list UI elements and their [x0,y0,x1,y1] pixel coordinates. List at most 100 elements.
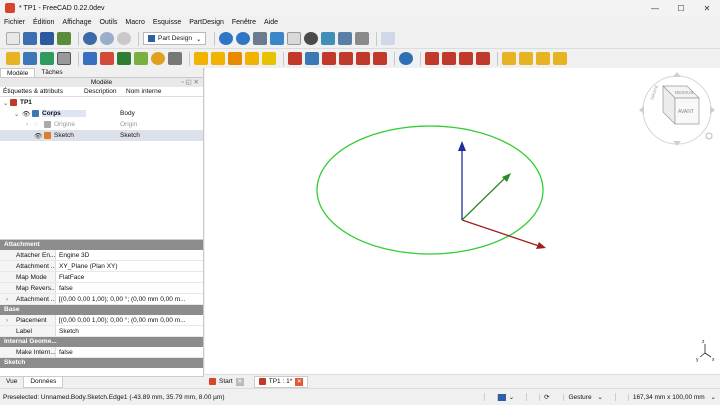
validate-sketch-icon[interactable] [100,52,114,65]
panel-controls-icon[interactable]: ▫ ◱ ✕ [181,78,199,87]
datum-line-icon[interactable] [134,52,148,65]
hole-icon[interactable] [305,52,319,65]
navcube-arrow-up-icon[interactable] [673,72,681,77]
chevron-down-icon[interactable]: ⌄ [0,99,10,107]
column-description[interactable]: Description [84,87,124,96]
property-value[interactable]: Sketch [56,326,190,336]
multi-transform-icon[interactable] [553,52,567,65]
menu-partdesign[interactable]: PartDesign [189,19,224,26]
menu-edition[interactable]: Édition [33,19,54,26]
close-icon[interactable]: ✕ [295,377,304,386]
revolution-icon[interactable] [211,52,225,65]
menu-esquisse[interactable]: Esquisse [153,19,181,26]
body-icon[interactable] [23,52,37,65]
subtractive-loft-icon[interactable] [339,52,353,65]
undo-icon[interactable] [83,32,97,45]
minimize-button[interactable]: — [642,4,668,13]
fillet-icon[interactable] [425,52,439,65]
additive-primitive-icon[interactable] [262,52,276,65]
part-tool-icon[interactable] [355,32,370,45]
std-view-icon[interactable] [287,32,302,45]
linear-pattern-icon[interactable] [519,52,533,65]
draft-icon[interactable] [459,52,473,65]
subtractive-pipe-icon[interactable] [356,52,370,65]
eye-hidden-icon[interactable]: ◌ [34,121,44,128]
save-as-icon[interactable] [57,32,71,45]
navcube-menu-icon[interactable] [705,132,713,140]
property-row[interactable]: Label Sketch [0,326,203,337]
chevron-right-icon[interactable]: › [6,294,8,304]
navigation-cube[interactable]: DESSUS AVANT DROITE [639,72,715,146]
tree-item-sketch[interactable]: 👁 Sketch Sketch [0,130,203,141]
sketch-icon[interactable] [83,52,97,65]
view-box-icon[interactable] [304,32,319,45]
pocket-icon[interactable] [288,52,302,65]
chamfer-icon[interactable] [442,52,456,65]
loft-icon[interactable] [228,52,242,65]
menu-macro[interactable]: Macro [125,19,144,26]
property-value[interactable]: Engine 3D [56,250,190,260]
property-row[interactable]: › Attachment ... [(0,00 0,00 1,00); 0,00 °… [0,294,203,305]
shape-binder-icon[interactable] [40,52,54,65]
fit-selection-icon[interactable] [236,32,251,45]
property-value[interactable]: false [56,283,190,293]
redo-icon[interactable] [100,32,114,45]
open-file-icon[interactable] [23,32,37,45]
property-value[interactable]: false [56,347,190,357]
property-value[interactable]: XY_Plane (Plan XY) [56,261,190,271]
draw-style-selector[interactable]: ⌄ [483,393,518,401]
tab-vue[interactable]: Vue [0,377,23,388]
sketch-circle[interactable] [316,125,544,255]
navcube-arrow-right-icon[interactable] [710,106,715,114]
refresh-icon[interactable] [117,32,131,45]
new-file-icon[interactable] [6,32,20,45]
tree-item-tp1[interactable]: ⌄ TP1 [0,97,203,108]
chevron-down-icon[interactable]: ⌄ [0,110,22,118]
pipe-icon[interactable] [245,52,259,65]
navigation-style-selector[interactable]: ⟳ Gesture ⌄ [526,393,607,401]
local-cs-icon[interactable] [168,52,182,65]
viewport-canvas[interactable]: DESSUS AVANT DROITE z x y [205,68,720,374]
tab-modele[interactable]: Modèle [0,68,36,77]
zoom-icon[interactable] [338,32,353,45]
maximize-button[interactable]: ☐ [668,4,694,13]
subtractive-primitive-icon[interactable] [373,52,387,65]
close-icon[interactable]: ✕ [235,377,244,386]
clone-icon[interactable] [57,52,71,65]
part-icon[interactable] [6,52,20,65]
fit-all-icon[interactable] [219,32,234,45]
menu-affichage[interactable]: Affichage [62,19,91,26]
thickness-icon[interactable] [476,52,490,65]
measure-icon[interactable] [321,32,336,45]
datum-point-icon[interactable] [117,52,131,65]
property-row[interactable]: Make Intern... false [0,347,203,358]
navcube-arrow-left-icon[interactable] [639,106,644,114]
tree-item-origine[interactable]: › ◌ Origine Origin [0,119,203,130]
property-row[interactable]: Map Mode FlatFace [0,272,203,283]
boolean-icon[interactable] [399,52,413,65]
workbench-selector[interactable]: Part Design ⌄ [143,32,207,45]
tab-taches[interactable]: Tâches [35,68,68,77]
3d-viewport[interactable]: DESSUS AVANT DROITE z x y [205,68,720,374]
close-button[interactable]: ✕ [694,4,720,13]
menu-aide[interactable]: Aide [264,19,278,26]
polar-pattern-icon[interactable] [536,52,550,65]
groove-icon[interactable] [322,52,336,65]
column-internal-name[interactable]: Nom interne [124,87,161,96]
eye-icon[interactable]: 👁 [34,132,44,140]
menu-outils[interactable]: Outils [99,19,117,26]
property-row[interactable]: Attachment ... XY_Plane (Plan XY) [0,261,203,272]
eye-icon[interactable]: 👁 [22,110,32,118]
whats-this-icon[interactable] [381,32,396,45]
pad-icon[interactable] [194,52,208,65]
save-file-icon[interactable] [40,32,54,45]
menu-fichier[interactable]: Fichier [4,19,25,26]
bounding-box-icon[interactable] [270,32,285,45]
property-value[interactable]: [(0,00 0,00 1,00); 0,00 °; (0,00 mm 0,00… [56,294,190,304]
chevron-right-icon[interactable]: › [6,315,8,325]
tab-donnees[interactable]: Données [23,377,64,388]
mirrored-icon[interactable] [502,52,516,65]
tree-item-corps[interactable]: ⌄ 👁 Corps Body [0,108,203,119]
property-row[interactable]: Attacher En... Engine 3D [0,250,203,261]
property-row[interactable]: › Placement [(0,00 0,00 1,00); 0,00 °; (0,… [0,315,203,326]
